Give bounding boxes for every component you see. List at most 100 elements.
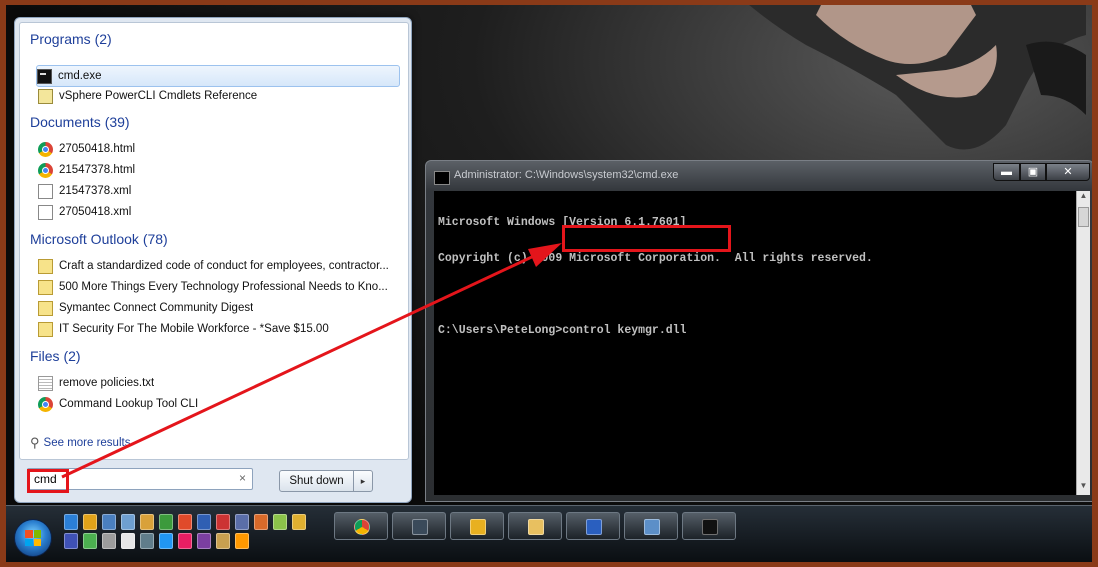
app-launcher-icon[interactable] (159, 514, 173, 530)
scroll-thumb[interactable] (1078, 207, 1089, 227)
mail-icon (38, 258, 53, 274)
group-title-documents[interactable]: Documents (39) (30, 114, 130, 130)
taskbar-pinned-apps (334, 512, 736, 540)
windows-logo-icon (25, 530, 41, 546)
app-launcher-icon[interactable] (140, 533, 154, 549)
console-prompt-line: C:\Users\PeteLong>control keymgr.dll (438, 324, 687, 337)
app-launcher-icon[interactable] (235, 533, 249, 549)
folder-icon (528, 519, 544, 535)
outlook-icon[interactable] (83, 514, 97, 530)
shutdown-label: Shut down (289, 475, 344, 487)
app-launcher-icon[interactable] (292, 514, 306, 530)
app-launcher-icon[interactable] (121, 533, 135, 549)
app-launcher-icon[interactable] (178, 514, 192, 530)
app-launcher-icon[interactable] (216, 533, 230, 549)
result-label: Craft a standardized code of conduct for… (59, 260, 389, 272)
result-email[interactable]: IT Security For The Mobile Workforce - *… (38, 319, 402, 339)
taskbar-chrome-button[interactable] (334, 512, 388, 540)
wallpaper-figure (749, 5, 1086, 150)
desktop: Programs (2) cmd.exe vSphere PowerCLI Cm… (6, 5, 1092, 562)
cmd-icon (434, 171, 450, 185)
app-launcher-icon[interactable] (254, 514, 268, 530)
result-email[interactable]: 500 More Things Every Technology Profess… (38, 277, 402, 297)
taskbar-app-button[interactable] (624, 512, 678, 540)
mail-icon (38, 300, 53, 316)
app-launcher-icon[interactable] (235, 514, 249, 530)
result-email[interactable]: Craft a standardized code of conduct for… (38, 256, 402, 276)
text-file-icon (38, 375, 53, 391)
app-launcher-icon[interactable] (159, 533, 173, 549)
result-email[interactable]: Symantec Connect Community Digest (38, 298, 402, 318)
result-cmd-exe[interactable]: cmd.exe (36, 65, 400, 87)
app-launcher-icon[interactable] (64, 533, 78, 549)
result-document[interactable]: 27050418.xml (38, 202, 402, 222)
command-highlight-box (562, 225, 731, 252)
taskbar-explorer-button[interactable] (508, 512, 562, 540)
result-file[interactable]: Command Lookup Tool CLI (38, 394, 402, 414)
taskbar-outlook-button[interactable] (450, 512, 504, 540)
result-label: 27050418.html (59, 143, 136, 155)
scroll-up-icon[interactable]: ▲ (1077, 191, 1090, 205)
app-launcher-icon[interactable] (140, 514, 154, 530)
chrome-icon (38, 396, 53, 412)
app-launcher-icon[interactable] (216, 514, 230, 530)
result-label: 21547378.html (59, 164, 136, 176)
terminal-icon (412, 519, 428, 535)
chrome-icon (38, 162, 53, 178)
group-title-files[interactable]: Files (2) (30, 348, 81, 364)
app-launcher-icon[interactable] (197, 514, 211, 530)
app-launcher-icon[interactable] (83, 533, 97, 549)
app-launcher-icon[interactable] (273, 514, 287, 530)
cmd-icon (37, 68, 52, 84)
cmd-icon (702, 519, 718, 535)
mail-icon (38, 279, 53, 295)
search-results-panel: Programs (2) cmd.exe vSphere PowerCLI Cm… (19, 22, 409, 460)
clear-search-icon[interactable]: × (239, 471, 246, 485)
result-document[interactable]: 21547378.xml (38, 181, 402, 201)
internet-explorer-icon[interactable] (64, 514, 78, 530)
group-title-programs[interactable]: Programs (2) (30, 31, 112, 47)
app-launcher-icon[interactable] (178, 533, 192, 549)
app-launcher-icon[interactable] (102, 533, 116, 549)
result-label: remove policies.txt (59, 377, 155, 389)
shutdown-options-arrow-icon[interactable]: ▸ (353, 471, 372, 491)
chrome-icon (38, 141, 53, 157)
remote-desktop-icon (644, 519, 660, 535)
result-document[interactable]: 21547378.html (38, 160, 402, 180)
result-label: cmd.exe (58, 70, 102, 82)
quick-launch-bar (64, 514, 322, 558)
result-label: Command Lookup Tool CLI (59, 398, 199, 410)
mail-icon (38, 321, 53, 337)
scroll-down-icon[interactable]: ▼ (1077, 481, 1090, 495)
taskbar-app-button[interactable] (566, 512, 620, 540)
result-vsphere-powercli-reference[interactable]: vSphere PowerCLI Cmdlets Reference (38, 86, 402, 106)
result-file[interactable]: remove policies.txt (38, 373, 402, 393)
vertical-scrollbar[interactable]: ▲ ▼ (1076, 191, 1090, 495)
console-output[interactable]: Microsoft Windows [Version 6.1.7601] Cop… (434, 191, 1076, 495)
app-icon (586, 519, 602, 535)
see-more-label: See more results (43, 437, 131, 449)
see-more-results-link[interactable]: ⚲ See more results (30, 435, 130, 451)
start-button[interactable] (14, 519, 52, 557)
xml-file-icon (38, 204, 53, 220)
taskbar (6, 505, 1092, 562)
result-document[interactable]: 27050418.html (38, 139, 402, 159)
minimize-button[interactable]: ▬ (993, 163, 1020, 181)
shutdown-button[interactable]: Shut down ▸ (279, 470, 373, 492)
app-launcher-icon[interactable] (102, 514, 116, 530)
close-button[interactable]: ✕ (1046, 163, 1090, 181)
search-icon: ⚲ (30, 435, 40, 450)
console-line: Copyright (c) 2009 Microsoft Corporation… (438, 252, 873, 265)
result-label: 27050418.xml (59, 206, 132, 218)
search-highlight-box (27, 469, 69, 493)
taskbar-app-button[interactable] (392, 512, 446, 540)
start-menu: Programs (2) cmd.exe vSphere PowerCLI Cm… (14, 17, 412, 503)
app-launcher-icon[interactable] (121, 514, 135, 530)
maximize-button[interactable]: ▣ (1020, 163, 1046, 181)
cmd-window[interactable]: Administrator: C:\Windows\system32\cmd.e… (425, 160, 1092, 502)
taskbar-cmd-button[interactable] (682, 512, 736, 540)
result-label: 21547378.xml (59, 185, 132, 197)
onenote-icon[interactable] (197, 533, 211, 549)
result-label: 500 More Things Every Technology Profess… (59, 281, 388, 293)
group-title-outlook[interactable]: Microsoft Outlook (78) (30, 231, 168, 247)
